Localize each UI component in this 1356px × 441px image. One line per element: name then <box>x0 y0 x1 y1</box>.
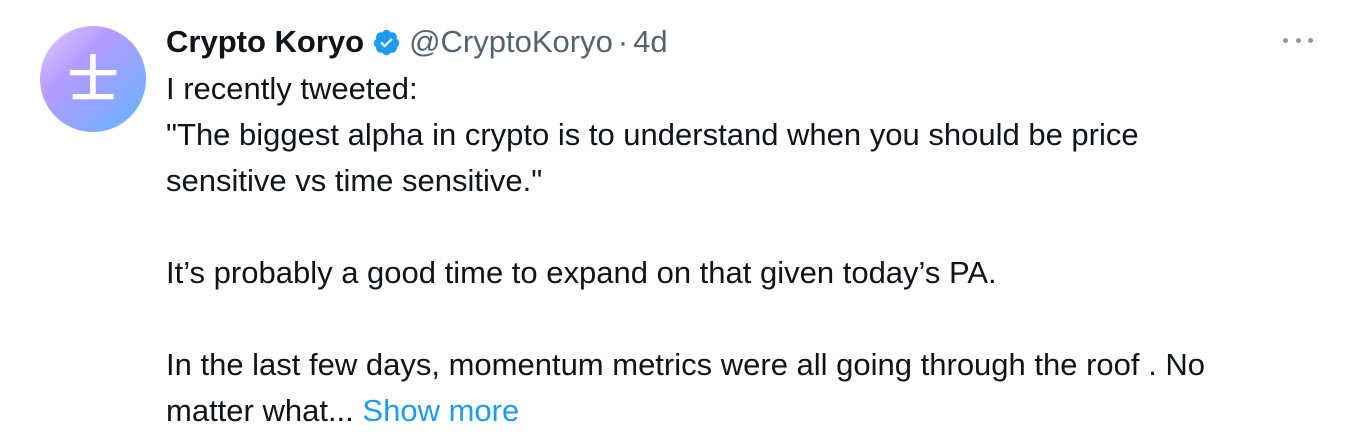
tweet-line: sensitive vs time sensitive." <box>166 163 543 198</box>
tweet-line: In the last few days, momentum metrics w… <box>166 347 1205 382</box>
tweet-line: It’s probably a good time to expand on t… <box>166 255 997 290</box>
avatar[interactable]: 士 <box>40 26 146 132</box>
tweet-text: I recently tweeted: "The biggest alpha i… <box>166 66 1326 434</box>
tweet-line-last: matter what... Show more <box>166 388 1326 434</box>
more-dot <box>1308 37 1313 43</box>
avatar-glyph: 士 <box>68 50 118 109</box>
verified-badge-icon <box>372 28 401 57</box>
more-dot <box>1283 37 1288 43</box>
tweet[interactable]: 士 Crypto Koryo @CryptoKoryo · 4d I recen… <box>0 0 1356 441</box>
more-dot <box>1295 37 1301 43</box>
show-more-link[interactable]: Show more <box>362 393 519 428</box>
separator-dot: · <box>617 24 629 59</box>
tweet-line: "The biggest alpha in crypto is to under… <box>166 117 1139 152</box>
tweet-header: Crypto Koryo @CryptoKoryo · 4d <box>166 20 1326 64</box>
tweet-line: I recently tweeted: <box>166 71 418 106</box>
tweet-content: Crypto Koryo @CryptoKoryo · 4d I recentl… <box>166 20 1326 434</box>
handle[interactable]: @CryptoKoryo <box>409 24 613 60</box>
display-name[interactable]: Crypto Koryo <box>166 24 364 60</box>
more-options-icon[interactable] <box>1283 30 1313 50</box>
timestamp[interactable]: 4d <box>633 24 667 60</box>
tweet-line-text: matter what... <box>166 393 354 428</box>
